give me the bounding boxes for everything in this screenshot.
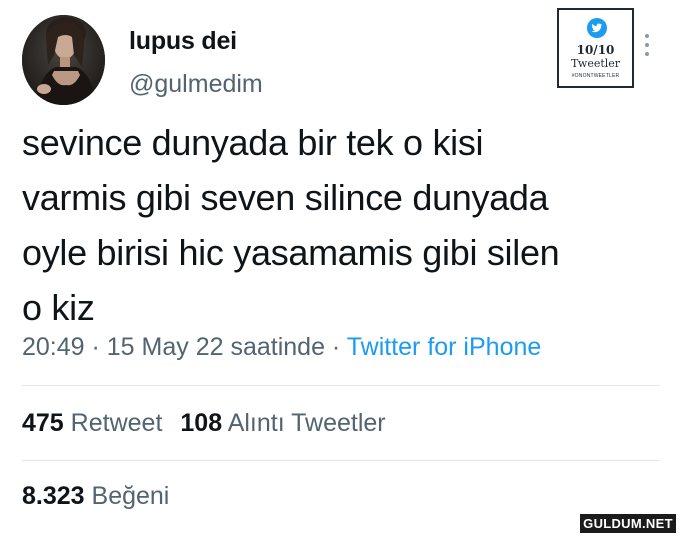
- tweet-time[interactable]: 20:49: [22, 333, 85, 361]
- quote-label: Alıntı Tweetler: [227, 409, 386, 437]
- divider: [22, 385, 660, 386]
- quotes-stat[interactable]: 108 Alıntı Tweetler: [180, 409, 385, 437]
- retweet-quote-stats: 475 Retweet 108 Alıntı Tweetler: [22, 409, 386, 438]
- retweet-count: 475: [22, 409, 64, 437]
- tweet-text: sevince dunyada bir tek o kisi varmis gi…: [22, 122, 560, 328]
- likes-stat[interactable]: 8.323 Beğeni: [22, 482, 169, 511]
- user-handle[interactable]: @gulmedim: [129, 70, 263, 99]
- badge-word: Tweetler: [570, 57, 621, 70]
- retweet-label: Retweet: [70, 409, 163, 437]
- meta-separator: ·: [324, 333, 347, 361]
- badge-score: 10/10: [576, 43, 615, 57]
- divider: [22, 460, 660, 461]
- meta-separator: ·: [84, 333, 107, 361]
- tweet-meta: 20:49 · 15 May 22 saatinde · Twitter for…: [22, 333, 541, 362]
- like-count: 8.323: [22, 482, 85, 510]
- badge-tag: #ONONTWEETLER: [571, 73, 620, 79]
- avatar[interactable]: [22, 15, 105, 105]
- tweet-source-link[interactable]: Twitter for iPhone: [347, 333, 542, 361]
- avatar-image: [22, 15, 105, 105]
- site-watermark: GULDUM.NET: [580, 514, 676, 533]
- display-name[interactable]: lupus dei: [129, 27, 237, 56]
- twitter-bird-icon: [587, 18, 607, 38]
- rating-badge: 10/10 Tweetler #ONONTWEETLER: [557, 8, 634, 88]
- like-label: Beğeni: [91, 482, 170, 510]
- tweet-date[interactable]: 15 May 22 saatinde: [107, 333, 325, 361]
- more-options-icon[interactable]: [644, 34, 650, 64]
- retweets-stat[interactable]: 475 Retweet: [22, 409, 162, 437]
- quote-count: 108: [180, 409, 223, 437]
